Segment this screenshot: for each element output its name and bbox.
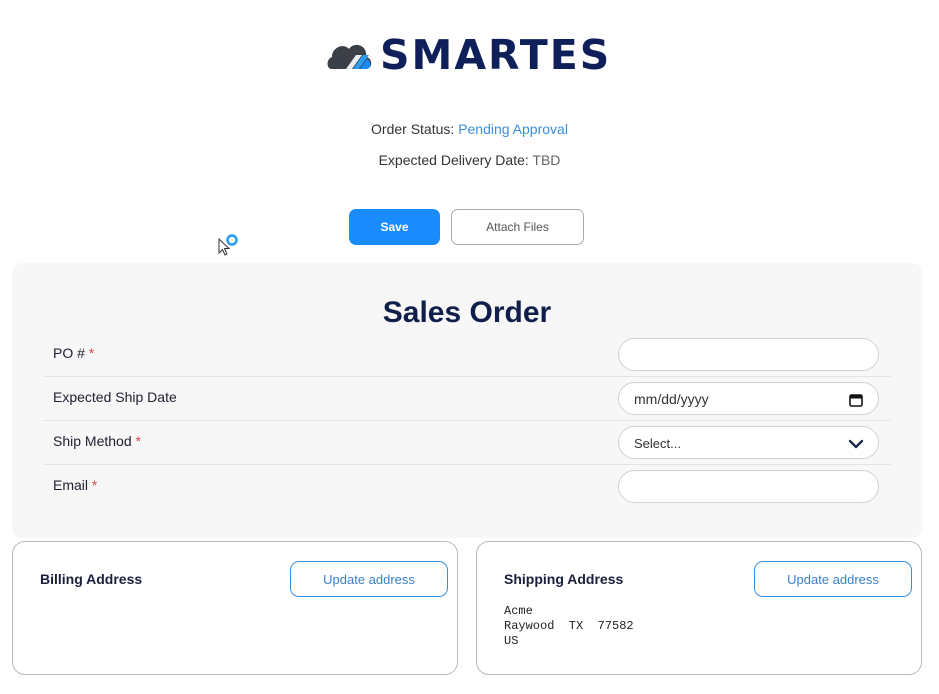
update-shipping-address-button[interactable]: Update address [754, 561, 912, 597]
calendar-icon[interactable] [848, 392, 864, 408]
ship-date-input[interactable]: mm/dd/yyyy [618, 382, 879, 415]
shipping-address-line: Acme [504, 604, 533, 618]
delivery-date-label: Expected Delivery Date: [378, 152, 529, 168]
order-status-line: Order Status: Pending Approval [0, 121, 939, 137]
shipping-address-text: Acme Raywood TX 77582 US [504, 604, 634, 649]
shipping-address-card: Shipping Address Update address Acme Ray… [476, 541, 922, 675]
update-billing-address-button[interactable]: Update address [290, 561, 448, 597]
shipping-address-line: Raywood TX 77582 [504, 619, 634, 633]
po-label: PO # * [53, 345, 95, 361]
ship-method-select[interactable]: Select... [618, 426, 879, 459]
form-row-ship-date: Expected Ship Date mm/dd/yyyy [44, 377, 891, 421]
delivery-date-value: TBD [532, 152, 561, 168]
billing-address-card: Billing Address Update address [12, 541, 458, 675]
email-field[interactable] [618, 470, 879, 503]
brand-name: SMARTES [380, 31, 612, 79]
email-label: Email * [53, 477, 98, 493]
form-row-ship-method: Ship Method * Select... [44, 421, 891, 465]
po-input[interactable] [618, 338, 879, 371]
attach-files-button[interactable]: Attach Files [451, 209, 584, 245]
ship-method-value: Select... [634, 436, 681, 451]
order-status-value: Pending Approval [458, 121, 568, 137]
shipping-address-title: Shipping Address [504, 571, 624, 587]
form-row-email: Email * [44, 465, 891, 509]
save-button[interactable]: Save [349, 209, 440, 245]
ship-date-placeholder: mm/dd/yyyy [634, 391, 709, 407]
cloud-logo-icon [327, 44, 372, 69]
page-title: Sales Order [382, 296, 552, 329]
ship-method-label: Ship Method * [53, 433, 141, 449]
brand-logo: SMARTES [326, 30, 611, 80]
required-marker: * [135, 433, 141, 449]
required-marker: * [88, 345, 95, 361]
mouse-cursor-icon [218, 234, 238, 256]
billing-address-title: Billing Address [40, 571, 143, 587]
shipping-address-line: US [504, 634, 519, 648]
ship-date-label: Expected Ship Date [53, 389, 177, 405]
delivery-date-line: Expected Delivery Date: TBD [0, 152, 939, 168]
required-marker: * [91, 477, 98, 493]
chevron-down-icon [848, 439, 864, 449]
form-row-po: PO # * [44, 333, 891, 377]
order-status-label: Order Status: [371, 121, 455, 137]
